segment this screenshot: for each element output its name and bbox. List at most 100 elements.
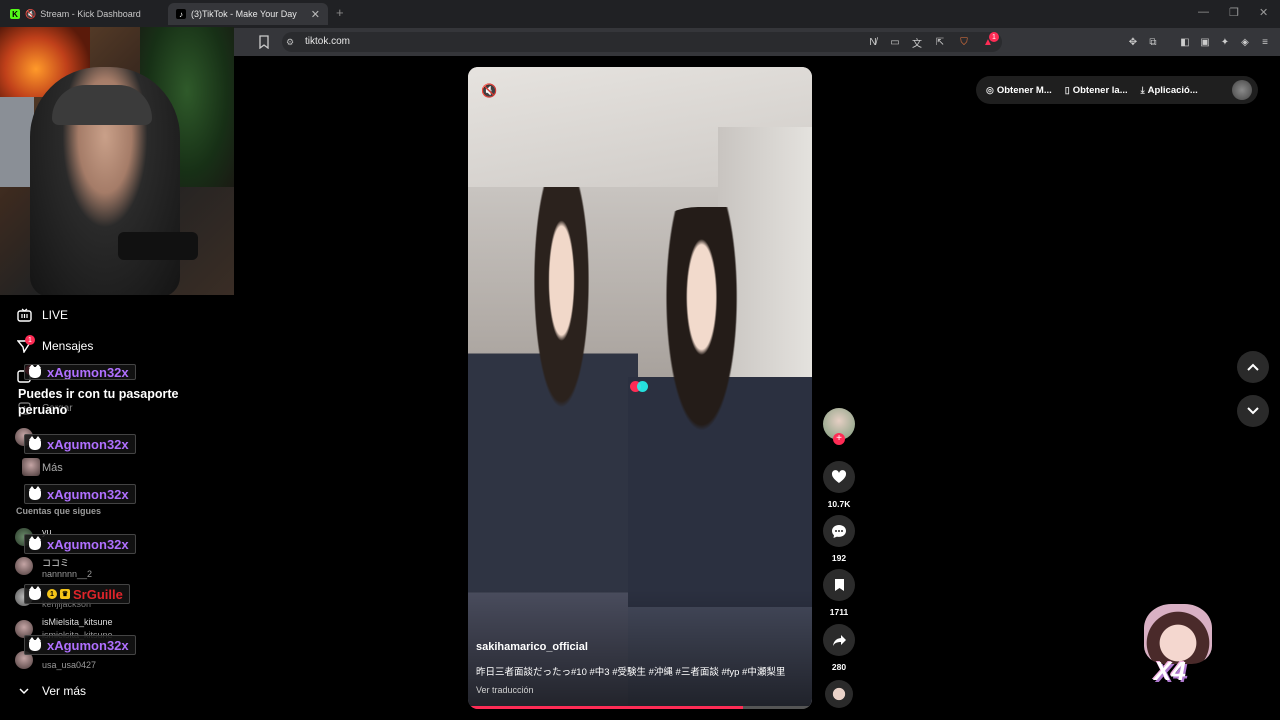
new-tab-button[interactable]: + xyxy=(336,5,344,20)
comment-icon[interactable] xyxy=(823,515,855,547)
chevron-down-icon xyxy=(1247,407,1259,415)
no-ai-icon[interactable]: N̸ xyxy=(866,35,880,49)
webcam-feed xyxy=(0,27,234,295)
phone-icon: ▯ xyxy=(1064,84,1070,95)
previous-video-button[interactable] xyxy=(1237,351,1269,383)
get-app-button[interactable]: ▯ Obtener la... xyxy=(1065,85,1128,96)
save-action[interactable]: 1711 xyxy=(822,569,856,617)
music-disc-icon[interactable] xyxy=(825,680,853,708)
cat-badge-icon xyxy=(29,435,41,450)
screenshot-icon[interactable]: ⧉ xyxy=(1146,35,1160,49)
multiplier-text: X4 xyxy=(1154,656,1186,686)
sidebar-item-label: LIVE xyxy=(42,308,69,322)
next-video-button[interactable] xyxy=(1237,395,1269,427)
close-tab-icon[interactable]: ✕ xyxy=(311,8,320,21)
url-text[interactable]: tiktok.com xyxy=(305,36,350,47)
extensions-icon[interactable]: ✥ xyxy=(1126,35,1140,49)
comment-count: 192 xyxy=(831,553,847,563)
sidebar-item-label: Mensajes xyxy=(42,339,94,353)
translate-icon[interactable]: 文 xyxy=(910,35,924,50)
sidebar-item-label: Ver más xyxy=(42,684,87,698)
site-settings-icon[interactable]: ⚙ xyxy=(286,37,294,48)
kick-favicon-icon: K xyxy=(10,9,20,19)
followed-name[interactable]: usa_usa0427 xyxy=(42,660,96,670)
user-avatar[interactable] xyxy=(1232,80,1252,100)
sidebar-item-mas[interactable]: Más xyxy=(42,462,63,474)
cat-badge-icon xyxy=(29,585,41,600)
sub-badge-icon: 1 xyxy=(47,589,57,599)
chat-username: xAgumon32x xyxy=(24,484,136,504)
tiktok-logo-icon xyxy=(630,381,652,393)
share-count: 280 xyxy=(831,662,847,672)
mensajes-badge: 1 xyxy=(25,335,35,345)
multiplier-sticker: X4 xyxy=(1140,600,1216,695)
chat-username: xAgumon32x xyxy=(24,364,136,380)
muted-tab-icon[interactable]: 🔇 xyxy=(25,9,36,20)
microphone-image xyxy=(118,232,198,260)
anime-character-image xyxy=(1144,604,1212,664)
top-actions-pill: ◎ Obtener M... ▯ Obtener la... ⤓ Aplicació.… xyxy=(976,76,1258,104)
cat-badge-icon xyxy=(29,485,41,500)
cat-badge-icon xyxy=(29,365,41,378)
video-player[interactable]: 🔇 sakihamarico_official 昨日三者面談だったっ#10 #中… xyxy=(468,67,812,709)
share-action[interactable]: 280 xyxy=(822,624,856,672)
brave-shield-icon[interactable]: ⛉ xyxy=(957,35,971,49)
share-icon[interactable]: ⇱ xyxy=(933,35,947,49)
get-coins-button[interactable]: ◎ Obtener M... xyxy=(986,85,1052,96)
cat-badge-icon xyxy=(29,636,41,651)
tab-title: Stream - Kick Dashboard xyxy=(40,9,141,19)
ver-mas-button[interactable]: Ver más xyxy=(16,683,86,699)
cat-badge-icon xyxy=(29,535,41,550)
restore-button[interactable]: ❐ xyxy=(1229,6,1239,19)
desktop-app-button[interactable]: ⤓ Aplicació... xyxy=(1141,85,1198,96)
followed-avatar[interactable] xyxy=(15,557,33,575)
chat-username: xAgumon32x xyxy=(24,635,136,655)
rewards-badge: 1 xyxy=(989,32,999,42)
send-icon: 1 xyxy=(16,335,35,354)
like-action[interactable]: 10.7K xyxy=(822,461,856,509)
follow-plus-icon[interactable]: + xyxy=(833,433,845,445)
chat-username: xAgumon32x xyxy=(24,534,136,554)
followed-accounts-heading: Cuentas que sigues xyxy=(16,506,102,516)
mute-icon[interactable]: 🔇 xyxy=(481,83,497,99)
rewards-icon[interactable]: ▲ 1 xyxy=(981,32,999,49)
bookmark-icon[interactable] xyxy=(823,569,855,601)
chevron-down-icon xyxy=(16,683,32,699)
sidebar-item-live[interactable]: LIVE xyxy=(16,307,68,323)
save-count: 1711 xyxy=(829,607,849,617)
vpn-icon[interactable]: ◈ xyxy=(1238,35,1252,49)
menu-icon[interactable]: ≡ xyxy=(1258,35,1272,49)
sidebar-icon[interactable]: ◧ xyxy=(1178,35,1192,49)
close-window-button[interactable]: ✕ xyxy=(1259,6,1268,19)
bookmark-icon[interactable] xyxy=(258,35,270,49)
download-icon: ⤓ xyxy=(1140,84,1145,95)
cap-image xyxy=(52,85,152,125)
chat-username: xAgumon32x xyxy=(24,434,136,454)
chat-message: Puedes ir con tu pasaporte peruano xyxy=(18,387,179,418)
creator-avatar[interactable]: + xyxy=(823,408,855,445)
wallet-icon[interactable]: ▣ xyxy=(1198,35,1212,49)
leo-icon[interactable]: ✦ xyxy=(1218,35,1232,49)
sidebar-item-mensajes[interactable]: 1 Mensajes xyxy=(16,335,94,354)
followed-name[interactable]: ココミ xyxy=(42,556,69,569)
tiktok-favicon-icon: ♪ xyxy=(176,9,186,19)
shelf-image xyxy=(0,97,34,187)
share-arrow-icon[interactable] xyxy=(823,624,855,656)
tab-tiktok[interactable]: ♪ (3)TikTok - Make Your Day ✕ xyxy=(168,3,328,25)
cast-icon[interactable]: ▭ xyxy=(888,35,902,49)
heart-icon[interactable] xyxy=(823,461,855,493)
tab-kick-dashboard[interactable]: K 🔇 Stream - Kick Dashboard xyxy=(2,3,166,25)
coin-icon: ◎ xyxy=(986,84,994,95)
crown-badge-icon: ♛ xyxy=(60,589,70,599)
browser-tab-bar: K 🔇 Stream - Kick Dashboard ♪ (3)TikTok … xyxy=(0,0,1280,28)
video-progress-bar[interactable] xyxy=(468,706,812,709)
comment-action[interactable]: 192 xyxy=(822,515,856,563)
video-author[interactable]: sakihamarico_official xyxy=(476,641,588,653)
chat-username: 1 ♛ SrGuille xyxy=(24,584,130,604)
followed-name[interactable]: isMielsita_kitsune xyxy=(42,617,113,627)
live-tv-icon xyxy=(16,307,32,323)
see-translation-link[interactable]: Ver traducción xyxy=(476,685,534,695)
minimize-button[interactable]: — xyxy=(1198,6,1209,18)
mas-icon xyxy=(22,458,40,476)
chevron-up-icon xyxy=(1247,363,1259,371)
